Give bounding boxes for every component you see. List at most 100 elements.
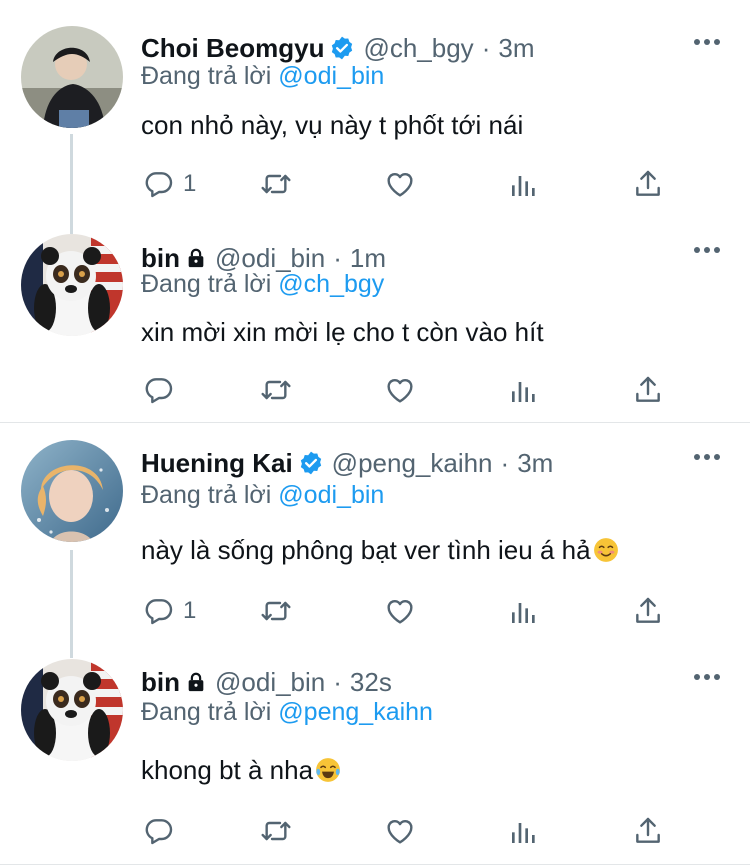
tweet-header: bin @odi_bin · 32s [141,664,392,700]
like-icon [384,374,416,406]
timestamp[interactable]: 32s [350,667,392,698]
author-handle[interactable]: @odi_bin [215,243,325,274]
share-button[interactable] [632,593,664,629]
tweet[interactable]: bin @odi_bin · 1m Đang trả lời @ch_bgy x… [0,212,750,422]
retweet-icon [260,168,292,200]
share-icon [632,168,664,200]
like-icon [384,815,416,847]
stats-icon [508,374,540,406]
retweet-icon [260,815,292,847]
verified-badge-icon [298,450,324,476]
more-icon[interactable] [692,451,722,463]
lock-icon [185,247,207,269]
retweet-button[interactable] [260,593,292,629]
avatar[interactable] [21,440,123,542]
avatar[interactable] [21,26,123,128]
stats-icon [508,595,540,627]
retweet-button[interactable] [260,372,292,408]
action-bar: 1 [141,166,671,202]
action-bar [141,813,671,849]
tweet-text-row: này là sống phông bạt ver tình ieu á hả [141,535,619,566]
more-icon[interactable] [692,244,722,256]
reply-count: 1 [183,597,197,624]
reply-button[interactable] [143,372,183,408]
stats-icon [508,168,540,200]
like-button[interactable] [384,593,416,629]
mention-link[interactable]: @odi_bin [278,481,384,509]
retweet-button[interactable] [260,166,292,202]
share-icon [632,595,664,627]
stats-button[interactable] [508,166,540,202]
retweet-icon [260,374,292,406]
replying-to-label: Đang trả lời [141,270,272,298]
reply-button[interactable] [143,813,183,849]
tweet-text: khong bt à nha [141,755,314,785]
mention-link[interactable]: @ch_bgy [278,270,384,298]
share-icon [632,815,664,847]
stats-button[interactable] [508,372,540,408]
reply-icon [143,595,175,627]
replying-to-label: Đang trả lời [141,481,272,509]
retweet-button[interactable] [260,813,292,849]
author-handle[interactable]: @peng_kaihn [332,448,493,479]
stats-button[interactable] [508,813,540,849]
tears-of-joy-emoji [316,758,340,782]
tweet-text: con nhỏ này, vụ này t phốt tới nái [141,110,524,140]
replying-to: Đang trả lời @ch_bgy [141,270,384,299]
retweet-icon [260,595,292,627]
timestamp[interactable]: 3m [517,448,553,479]
author-handle[interactable]: @odi_bin [215,667,325,698]
share-button[interactable] [632,372,664,408]
mention-link[interactable]: @odi_bin [278,62,384,90]
share-button[interactable] [632,166,664,202]
like-icon [384,168,416,200]
stats-icon [508,815,540,847]
separator-dot: · [481,32,491,63]
bottom-divider [0,864,750,865]
tweet-text: xin mời xin mời lẹ cho t còn vào hít [141,317,544,347]
replying-to: Đang trả lời @peng_kaihn [141,698,433,727]
replying-to-label: Đang trả lời [141,698,272,726]
avatar[interactable] [21,234,123,336]
smiling-face-emoji [593,538,618,562]
reply-button[interactable]: 1 [143,166,196,202]
separator-dot: · [333,242,342,273]
verified-badge-icon [329,35,355,61]
more-icon[interactable] [692,36,722,48]
tweet[interactable]: Choi Beomgyu @ch_bgy · 3m Đang trả lời @… [0,0,750,210]
more-icon[interactable] [692,671,722,683]
tweet-header: Huening Kai @peng_kaihn · 3m [141,445,553,481]
separator-dot: · [333,666,342,697]
author-name[interactable]: bin [141,667,180,698]
tweet-text: này là sống phông bạt ver tình ieu á hả [141,535,591,565]
reply-icon [143,374,175,406]
timestamp[interactable]: 1m [350,243,386,274]
like-icon [384,595,416,627]
reply-count: 1 [183,170,197,197]
avatar[interactable] [21,659,123,761]
reply-button[interactable]: 1 [143,593,196,629]
action-bar [141,372,671,408]
lock-icon [185,671,207,693]
tweet[interactable]: Huening Kai @peng_kaihn · 3m Đang trả lờ… [0,423,750,633]
replying-to: Đang trả lời @odi_bin [141,62,384,91]
author-name[interactable]: Choi Beomgyu [141,33,324,64]
separator-dot: · [500,447,510,478]
like-button[interactable] [384,813,416,849]
stats-button[interactable] [508,593,540,629]
replying-to-label: Đang trả lời [141,62,272,90]
mention-link[interactable]: @peng_kaihn [278,698,433,726]
timestamp[interactable]: 3m [498,33,534,64]
tweet-header: Choi Beomgyu @ch_bgy · 3m [141,30,534,66]
action-bar: 1 [141,593,671,629]
share-icon [632,374,664,406]
like-button[interactable] [384,372,416,408]
tweet-text-row: khong bt à nha [141,755,341,786]
like-button[interactable] [384,166,416,202]
author-name[interactable]: Huening Kai [141,448,293,479]
share-button[interactable] [632,813,664,849]
author-handle[interactable]: @ch_bgy [363,33,473,64]
reply-icon [143,168,175,200]
tweet[interactable]: bin @odi_bin · 32s Đang trả lời @peng_ka… [0,637,750,847]
author-name[interactable]: bin [141,243,180,274]
